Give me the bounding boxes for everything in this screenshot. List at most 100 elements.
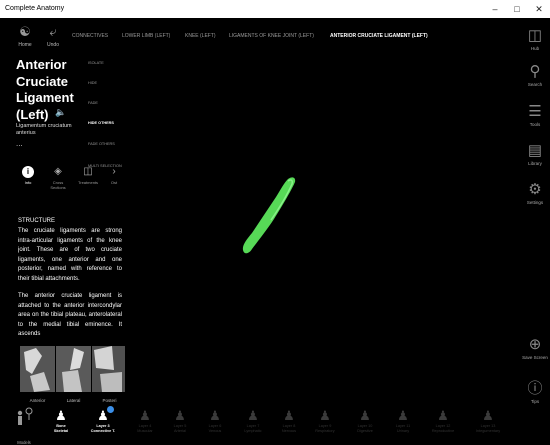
layer-nervous[interactable]: ♟ Layer 8 Nervous [276, 408, 302, 434]
tab-label: Cross Sections [50, 180, 66, 190]
settings-button[interactable]: ⚙ Settings [522, 181, 548, 205]
tab-cross-sections[interactable]: ◈ Cross Sections [46, 166, 70, 190]
layer-connective[interactable]: ♟ Layer 3 Connective T. [90, 406, 116, 434]
info-tabs: i Info ◈ Cross Sections ◫ Treatments › O… [16, 166, 128, 210]
breadcrumb-item[interactable]: LIGAMENTS OF KNEE JOINT (LEFT) [229, 33, 314, 39]
undo-label: Undo [47, 42, 59, 48]
tab-info[interactable]: i Info [16, 166, 40, 185]
venous-figure-icon: ♟ [209, 408, 221, 423]
layer-integumentary[interactable]: ♟ Layer 13 Integumentary [475, 408, 501, 434]
library-icon: ▤ [527, 142, 543, 159]
more-button[interactable]: ... [16, 139, 23, 148]
plus-circle-icon: ⊕ [528, 336, 542, 353]
breadcrumb-item-current[interactable]: ANTERIOR CRUCIATE LIGAMENT (LEFT) [330, 33, 428, 39]
thumbnail-label: Anterior [29, 398, 46, 403]
models-figures-icon [17, 407, 33, 425]
maximize-button[interactable]: □ [509, 3, 525, 15]
layer-sub: Urinary [396, 429, 410, 433]
search-icon: ⚲ [529, 63, 541, 80]
breadcrumb-item[interactable]: KNEE (LEFT) [185, 33, 216, 39]
breadcrumb-item[interactable]: CONNECTIVES [72, 33, 108, 39]
layer-sub: Skeletal [53, 429, 69, 433]
layer-reproductive[interactable]: ♟ Layer 12 Reproductive [430, 408, 456, 434]
sidebar-label: Save Screen [522, 355, 548, 360]
sidebar-label: Settings [526, 200, 544, 205]
section-heading: STRUCTURE [18, 218, 55, 224]
window-title: Complete Anatomy [5, 5, 65, 12]
digestive-figure-icon: ♟ [359, 408, 371, 423]
hide-option[interactable]: HIDE [88, 81, 97, 85]
thumbnail-lateral[interactable] [56, 346, 91, 392]
view-thumbnails [20, 346, 125, 398]
models-label: Models [17, 440, 31, 445]
description-paragraph: The anterior cruciate ligament is attach… [18, 293, 122, 337]
layer-sub: Respiratory [315, 429, 335, 433]
structure-title: Anterior Cruciate Ligament (Left) [16, 57, 74, 122]
layer-digestive[interactable]: ♟ Layer 10 Digestive [352, 408, 378, 434]
layer-urinary[interactable]: ♟ Layer 11 Urinary [390, 408, 416, 434]
respiratory-figure-icon: ♟ [319, 408, 331, 423]
home-button[interactable]: ☯ Home [14, 24, 36, 48]
integumentary-figure-icon: ♟ [482, 408, 494, 423]
sidebar-label: Tips [530, 399, 540, 404]
speaker-icon[interactable]: 🔈 [55, 107, 66, 118]
tips-button[interactable]: ⓘ Tips [522, 380, 548, 404]
thumbnail-label: Posteri [102, 398, 117, 403]
tab-label: Ost [110, 180, 118, 185]
home-figure-icon: ☯ [19, 24, 31, 39]
treatment-icon: ◫ [83, 166, 93, 177]
isolate-option[interactable]: ISOLATE [88, 61, 104, 65]
connective-tissue-icon: ♟ [90, 406, 116, 424]
close-button[interactable]: ✕ [531, 3, 547, 15]
urinary-figure-icon: ♟ [397, 408, 409, 423]
tab-next[interactable]: › Ost [104, 166, 124, 185]
layer-lymphatic[interactable]: ♟ Layer 7 Lymphatic [240, 408, 266, 434]
tab-treatments[interactable]: ◫ Treatments [76, 166, 100, 185]
breadcrumb-item[interactable]: LOWER LIMB (LEFT) [122, 33, 170, 39]
arterial-figure-icon: ♟ [174, 408, 186, 423]
reproductive-figure-icon: ♟ [437, 408, 449, 423]
tools-button[interactable]: ☰ Tools [522, 103, 548, 127]
chevron-right-icon: › [112, 166, 116, 177]
latin-name: Ligamentum cruciatum anterius [16, 123, 72, 136]
skeleton-icon: ♟ [55, 408, 67, 423]
library-button[interactable]: ▤ Library [522, 142, 548, 166]
muscle-figure-icon: ♟ [139, 408, 151, 423]
knee-lateral-image [56, 346, 91, 392]
layer-sub: Arterial [173, 429, 187, 433]
layers-icon: ◈ [54, 166, 62, 177]
description-text: The cruciate ligaments are strong intra-… [18, 227, 122, 344]
tools-icon: ☰ [528, 103, 542, 120]
thumbnail-anterior[interactable] [20, 346, 55, 392]
layer-sub: Connective T. [90, 429, 116, 433]
layer-respiratory[interactable]: ♟ Layer 9 Respiratory [312, 408, 338, 434]
lymphatic-figure-icon: ♟ [247, 408, 259, 423]
gear-icon: ⚙ [528, 181, 542, 198]
models-button[interactable]: Models [12, 407, 36, 445]
ligament-model[interactable] [238, 173, 302, 261]
fade-option[interactable]: FADE [88, 101, 98, 105]
save-screen-button[interactable]: ⊕ Save Screen [522, 336, 548, 360]
hub-button[interactable]: ◫ Hub [522, 27, 548, 51]
sidebar-label: Hub [530, 46, 540, 51]
layer-skeletal[interactable]: ♟ Bone Skeletal [48, 408, 74, 434]
search-button[interactable]: ⚲ Search [522, 63, 548, 87]
fade-others-option[interactable]: FADE OTHERS [88, 142, 115, 146]
question-circle-icon: ⓘ [527, 380, 543, 397]
layer-sub: Venous [208, 429, 222, 433]
sidebar-label: Tools [529, 122, 541, 127]
layer-sub: Nervous [281, 429, 297, 433]
app-viewport: ☯ Home ⤶ Undo CONNECTIVES LOWER LIMB (LE… [0, 18, 550, 445]
hub-icon: ◫ [527, 27, 543, 44]
undo-button[interactable]: ⤶ Undo [42, 24, 64, 48]
hide-others-option[interactable]: HIDE OTHERS [88, 121, 114, 125]
info-icon: i [22, 166, 34, 178]
layer-arterial[interactable]: ♟ Layer 5 Arterial [167, 408, 193, 434]
layer-venous[interactable]: ♟ Layer 6 Venous [202, 408, 228, 434]
layer-muscular[interactable]: ♟ Layer 4 Muscular [132, 408, 158, 434]
nervous-figure-icon: ♟ [283, 408, 295, 423]
thumbnail-label: Lateral [66, 398, 81, 403]
minimize-button[interactable]: – [487, 3, 503, 15]
thumbnail-posterior[interactable] [92, 346, 125, 392]
tab-label: Treatments [77, 180, 99, 185]
